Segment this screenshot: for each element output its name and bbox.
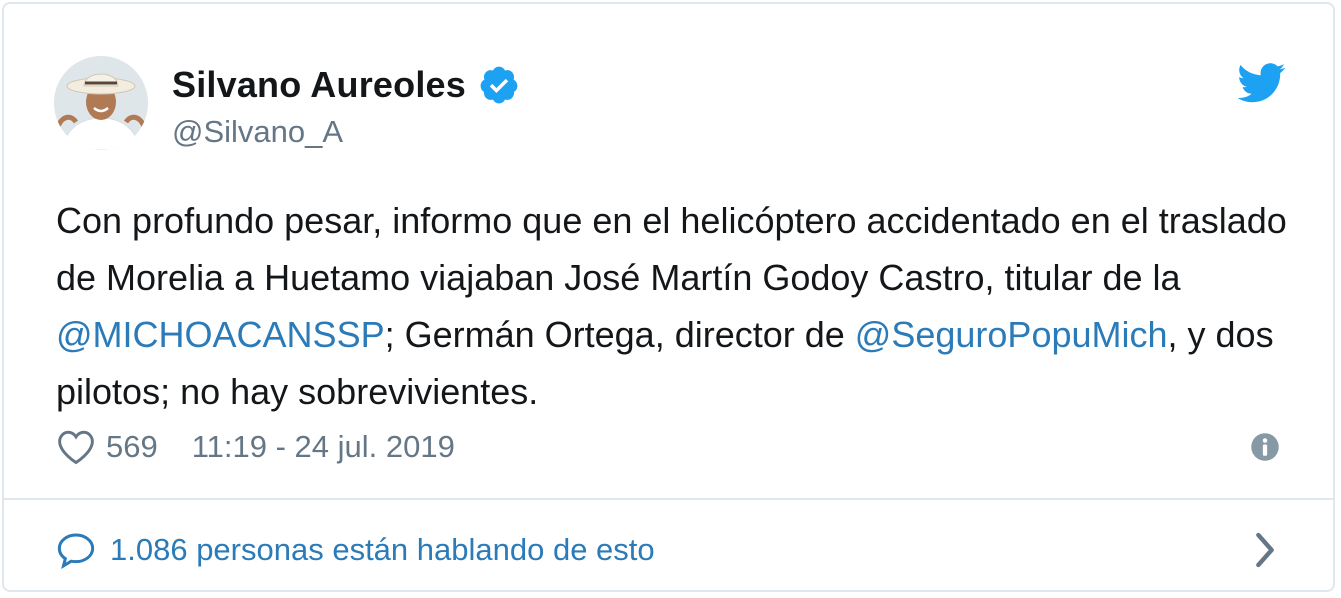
avatar-image [54,56,148,150]
mention-link-seguropopumich[interactable]: @SeguroPopuMich [855,314,1168,355]
mention-link-michoacanssp[interactable]: @MICHOACANSSP [56,314,385,355]
tweet-timestamp[interactable]: 11:19 - 24 jul. 2019 [192,429,455,465]
twitter-bird-icon[interactable] [1238,62,1286,104]
author-name-row: Silvano Aureoles [172,62,520,108]
tweet-text: Con profundo pesar, informo que en el he… [56,192,1306,420]
speech-bubble-icon [57,533,95,569]
divider [4,498,1333,500]
conversation-link[interactable]: 1.086 personas están hablando de esto [56,526,1296,574]
info-icon[interactable] [1250,432,1280,462]
conversation-label[interactable]: 1.086 personas están hablando de esto [110,532,655,568]
tweet-card: Silvano Aureoles @Silvano_A Con profundo… [2,2,1335,592]
author-display-name[interactable]: Silvano Aureoles [172,64,466,106]
tweet-text-segment: ; Germán Ortega, director de [384,314,855,355]
tweet-meta-row: 569 11:19 - 24 jul. 2019 [56,424,455,470]
avatar[interactable] [54,56,148,150]
heart-icon[interactable] [56,429,96,465]
author-handle[interactable]: @Silvano_A [172,114,343,150]
verified-badge-icon [480,66,518,104]
chevron-right-icon[interactable] [1250,530,1280,570]
like-count[interactable]: 569 [106,429,158,465]
tweet-text-segment: Con profundo pesar, informo que en el he… [56,200,1287,298]
